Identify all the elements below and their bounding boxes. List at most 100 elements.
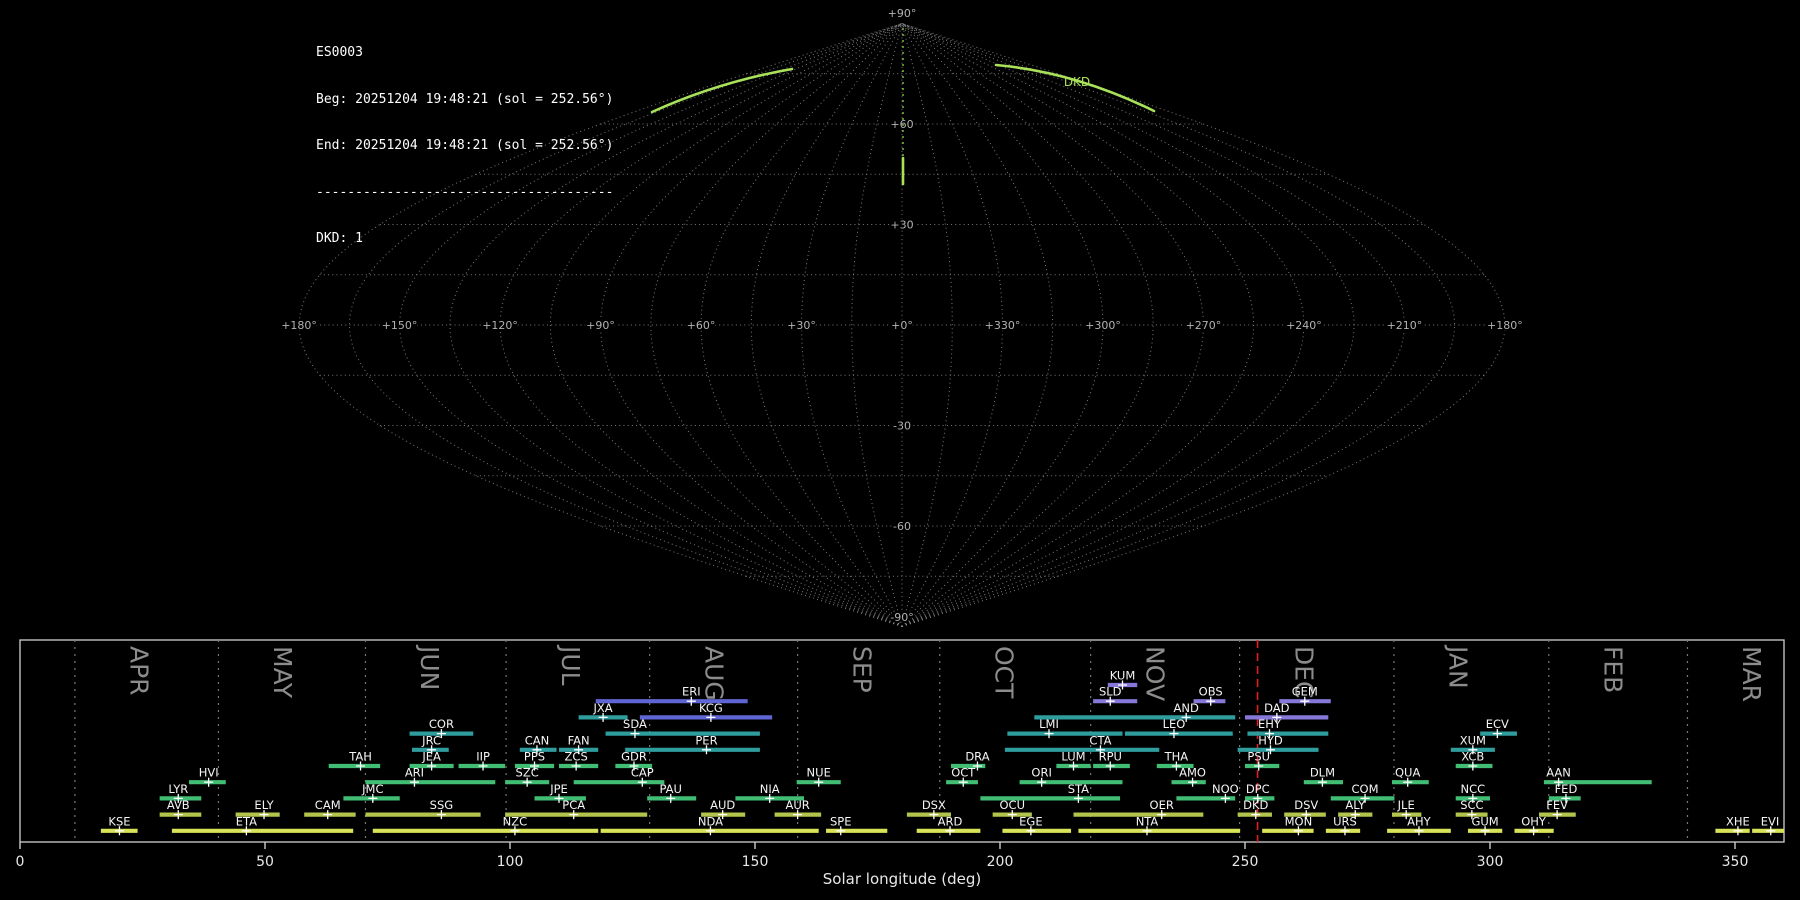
shower-XHE: XHE (1715, 814, 1750, 836)
shower-code-label: SZC (516, 766, 539, 780)
header-separator: -------------------------------------- (316, 184, 614, 200)
x-tick-label: 150 (742, 854, 769, 870)
shower-code-label: ARI (405, 766, 424, 780)
shower-SLD: SLD (1093, 685, 1138, 706)
map-lon-label: +60° (687, 319, 716, 332)
map-lon-label: +30° (787, 319, 816, 332)
shower-code-label: NIA (760, 782, 780, 796)
shower-DKD: DKD (1237, 798, 1272, 820)
shower-AHY: AHY (1387, 814, 1451, 836)
shower-code-label: THA (1164, 750, 1189, 764)
shower-code-label: SSG (430, 798, 454, 812)
shower-code-label: STA (1068, 782, 1089, 796)
shower-code-label: ARD (938, 814, 963, 828)
shower-code-label: OHY (1521, 814, 1547, 828)
shower-code-label: JEA (421, 750, 441, 764)
map-lon-label: +270° (1186, 319, 1222, 332)
month-label: FEB (1599, 646, 1628, 693)
shower-ARD: ARD (916, 814, 981, 836)
shower-code-label: DKD (1243, 798, 1268, 812)
shower-CAM: CAM (304, 798, 356, 820)
x-tick-label: 350 (1722, 854, 1749, 870)
shower-code-label: GEM (1292, 685, 1318, 699)
shower-code-label: EVI (1761, 814, 1780, 828)
shower-code-label: QUA (1395, 766, 1420, 780)
month-label: APR (125, 646, 154, 696)
shower-code-label: ETA (236, 814, 257, 828)
shower-code-label: DSV (1294, 798, 1318, 812)
shower-code-label: SPE (830, 814, 852, 828)
shower-code-label: PAU (659, 782, 681, 796)
shower-code-label: TAH (348, 750, 372, 764)
map-lat-label: -30 (893, 419, 911, 432)
shower-code-label: ORI (1031, 766, 1051, 780)
shower-EVI: EVI (1752, 814, 1784, 836)
map-lat-label: -60 (893, 520, 911, 533)
month-label: MAR (1737, 646, 1766, 702)
shower-KCG: KCG (639, 701, 773, 722)
station-id: ES0003 (316, 45, 363, 60)
shower-code-label: AUD (710, 798, 735, 812)
shower-code-label: KCG (699, 701, 723, 715)
map-lat-label: +60 (890, 118, 913, 131)
shower-code-label: IIP (476, 750, 490, 764)
month-label: JUN (415, 644, 444, 690)
map-lon-label: +180° (1487, 319, 1523, 332)
month-label: SEP (847, 646, 876, 693)
x-tick-label: 250 (1232, 854, 1259, 870)
shower-ZCS: ZCS (559, 750, 599, 771)
x-tick-label: 0 (16, 854, 25, 870)
shower-code-label: ZCS (565, 750, 588, 764)
shower-code-label: AND (1174, 701, 1199, 715)
x-tick-label: 100 (497, 854, 524, 870)
shower-code-label: JXA (593, 701, 613, 715)
shower-SSG: SSG (365, 798, 481, 820)
shower-code-label: FEV (1546, 798, 1568, 812)
shower-code-label: OER (1150, 798, 1174, 812)
shower-code-label: OCT (951, 766, 976, 780)
shower-OHY: OHY (1514, 814, 1554, 836)
shower-code-label: NZC (503, 814, 528, 828)
shower-code-label: CAP (631, 766, 654, 780)
shower-code-label: EHY (1258, 717, 1282, 731)
shower-code-label: PSU (1247, 750, 1270, 764)
x-tick-label: 50 (256, 854, 274, 870)
map-lon-label: +180° (281, 319, 317, 332)
shower-code-label: XHE (1726, 814, 1750, 828)
shower-code-label: CAN (525, 733, 550, 747)
shower-GUM: GUM (1467, 814, 1503, 836)
shower-code-label: LMI (1039, 717, 1059, 731)
shower-code-label: ELY (254, 798, 274, 812)
shower-code-label: GDR (621, 750, 647, 764)
shower-PAU: PAU (647, 782, 697, 803)
shower-code-label: JRC (421, 733, 441, 747)
map-lon-label: +240° (1286, 319, 1322, 332)
shower-NUE: NUE (796, 766, 841, 787)
shower-code-label: NUE (807, 766, 831, 780)
shower-code-label: AHY (1407, 814, 1432, 828)
map-lon-label: +210° (1387, 319, 1423, 332)
shower-code-label: JMC (361, 782, 383, 796)
shower-AND: AND (1034, 701, 1236, 722)
shower-code-label: DLM (1310, 766, 1335, 780)
shower-code-label: AUR (785, 798, 809, 812)
shower-code-label: PCA (562, 798, 585, 812)
map-lat-label: +30 (890, 219, 913, 232)
map-lon-label: +120° (482, 319, 518, 332)
map-south-pole-label: -90° (890, 611, 913, 624)
shower-code-label: NOO (1212, 782, 1239, 796)
map-lon-label: +90° (586, 319, 615, 332)
shower-LEO: LEO (1124, 717, 1233, 739)
month-label: AUG (699, 646, 728, 701)
shower-count: DKD: 1 (316, 231, 363, 246)
activity-timeline-chart: APR MAY JUN JUL AUG SEP OCT NOV DEC JAN FEB MAR0 50 1… (16, 639, 1785, 888)
shower-LUM: LUM (1056, 750, 1091, 771)
map-lon-label: +330° (985, 319, 1021, 332)
shower-RPU: RPU (1093, 750, 1130, 771)
shower-code-label: SLD (1099, 685, 1122, 699)
shower-code-label: AMO (1179, 766, 1206, 780)
shower-JMC: JMC (343, 782, 400, 803)
event-header: ES0003 Beg: 20251204 19:48:21 (sol = 252… (316, 14, 613, 278)
map-lon-label: +150° (382, 319, 418, 332)
shower-KSE: KSE (100, 814, 138, 836)
